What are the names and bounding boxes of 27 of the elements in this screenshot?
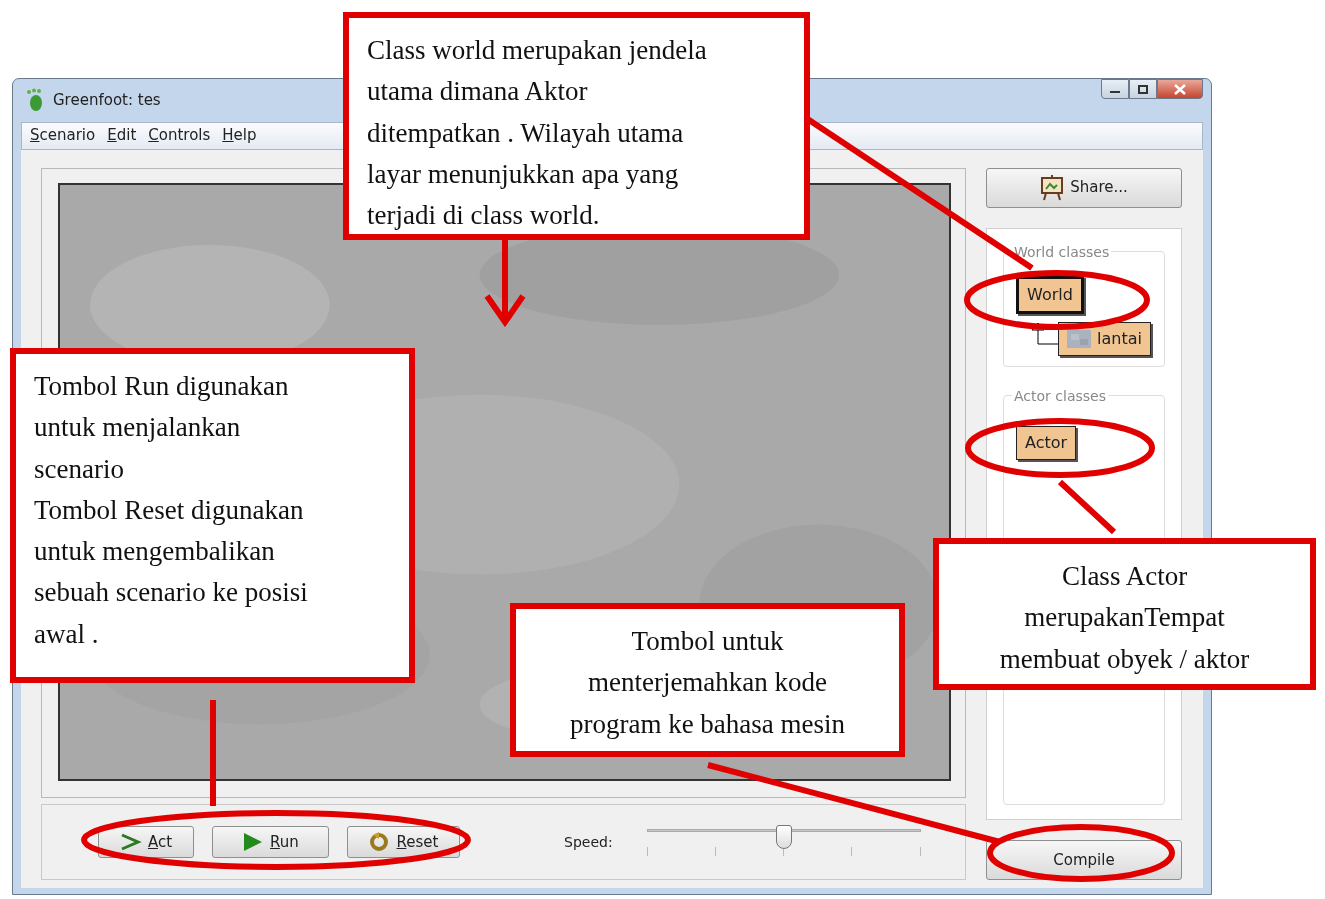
- close-icon: [1174, 83, 1186, 95]
- reset-icon: [368, 832, 391, 852]
- close-button[interactable]: [1157, 79, 1203, 100]
- control-button[interactable]: Act: [98, 826, 194, 858]
- footprint-icon: [25, 88, 45, 113]
- menu-item[interactable]: Help: [222, 124, 257, 147]
- chevron-icon: [119, 832, 142, 852]
- menu-item[interactable]: Edit: [107, 124, 137, 147]
- speed-label: Speed:: [564, 832, 613, 852]
- texture-icon: [1067, 329, 1091, 348]
- callout-text: Tombol untuk menterjemahkan kode program ke bahasa mesin: [510, 603, 905, 757]
- class-box[interactable]: Actor: [1016, 425, 1077, 460]
- maximize-icon: [1138, 84, 1148, 94]
- control-button[interactable]: Run: [212, 826, 329, 858]
- maximize-button[interactable]: [1129, 79, 1157, 100]
- slider-thumb[interactable]: [775, 825, 792, 849]
- callout-text: Tombol Run digunakan untuk menjalankan scenario Tombol Reset digunakan untuk mengembalikan sebuah scenario ke posisi awal .: [10, 348, 415, 683]
- window-title: Greenfoot: tes: [53, 90, 161, 112]
- callout-text: Class Actor merupakanTempat membuat obyek / aktor: [933, 538, 1316, 690]
- menu-item[interactable]: Scenario: [30, 124, 96, 147]
- class-box[interactable]: World: [1016, 275, 1084, 314]
- share-button[interactable]: Share...: [986, 167, 1182, 208]
- menu-item[interactable]: Controls: [148, 124, 211, 147]
- minimize-button[interactable]: [1101, 79, 1129, 100]
- easel-icon: [1040, 174, 1065, 201]
- leader-line: [1057, 479, 1117, 535]
- callout-text: Class world merupakan jendela utama dimana Aktor ditempatkan . Wilayah utama layar menunjukkan apa yang terjadi di class world.: [343, 12, 810, 240]
